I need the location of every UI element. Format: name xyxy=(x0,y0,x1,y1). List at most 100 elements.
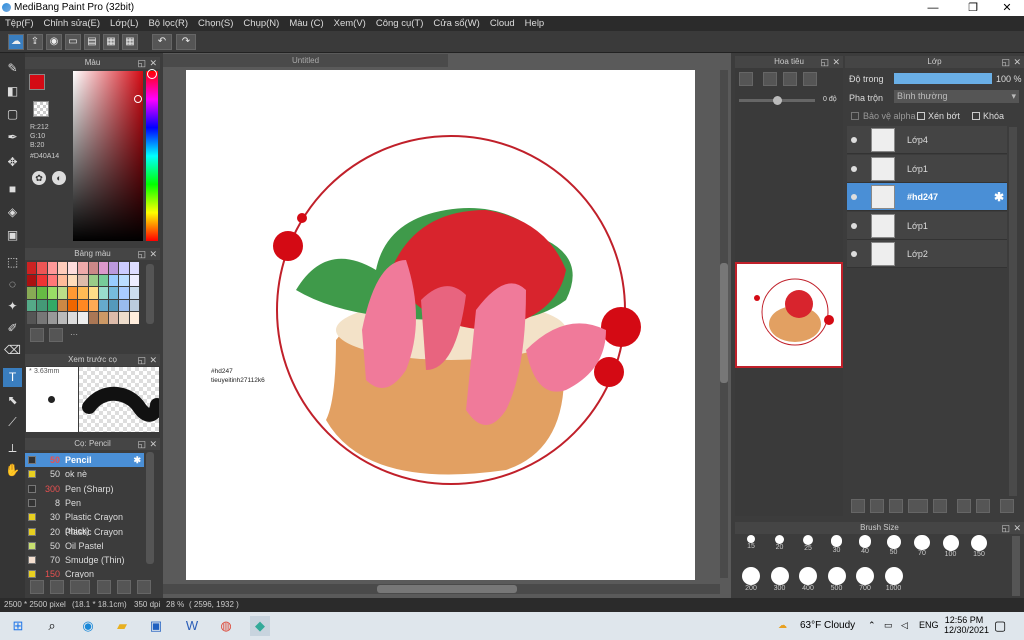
float-icon[interactable]: ◱ xyxy=(137,57,146,69)
canvas-tab[interactable]: Untitled xyxy=(163,54,448,67)
menu-file[interactable]: Tệp(F) xyxy=(0,18,39,29)
brush-size-option[interactable]: 300 xyxy=(766,566,794,594)
palette-swatch[interactable] xyxy=(109,299,119,312)
menu-help[interactable]: Help xyxy=(520,18,550,29)
h-scroll-thumb[interactable] xyxy=(377,585,517,593)
palette-swatch[interactable] xyxy=(129,274,139,287)
panel-close-icon[interactable]: ✕ xyxy=(149,248,157,260)
palette-swatch[interactable] xyxy=(37,299,47,312)
palette-scrollbar[interactable] xyxy=(146,264,154,324)
color-mix-icon[interactable]: ◐ xyxy=(52,171,66,185)
brush-tool-icon[interactable]: ✎ xyxy=(3,59,22,78)
palette-swatch[interactable] xyxy=(68,312,78,324)
lock-checkbox[interactable] xyxy=(972,112,980,120)
layer-row[interactable]: Lớp1 xyxy=(847,154,1007,183)
visibility-icon[interactable] xyxy=(851,222,857,229)
select-pen-icon[interactable]: ✐ xyxy=(3,319,22,338)
palette-swatch[interactable] xyxy=(129,299,139,312)
zoom-out-icon[interactable] xyxy=(803,72,817,86)
brush-item[interactable]: 70 Smudge (Thin) xyxy=(25,553,144,567)
palette-swatch[interactable] xyxy=(98,287,109,299)
menu-tools[interactable]: Công cụ(T) xyxy=(371,18,429,29)
brush-item[interactable]: 50 Oil Pastel xyxy=(25,539,144,553)
close-button[interactable]: ✕ xyxy=(992,0,1022,16)
canvas-paper[interactable]: #hd247 tieuyeitinh27112k6 xyxy=(186,70,695,580)
brush-size-option[interactable]: 400 xyxy=(794,566,822,594)
palette-swatch[interactable] xyxy=(47,287,57,299)
brush-scrollbar[interactable] xyxy=(146,452,154,564)
palette-swatch[interactable] xyxy=(27,262,37,274)
layer-settings-icon[interactable]: ✱ xyxy=(994,190,1004,204)
palette-swatch[interactable] xyxy=(78,312,88,324)
store-icon[interactable]: ▣ xyxy=(146,616,166,636)
clipping-checkbox[interactable] xyxy=(917,112,925,120)
panel-close-icon[interactable]: ✕ xyxy=(1013,56,1021,68)
palette-swatch[interactable] xyxy=(88,287,98,299)
palette-swatch[interactable] xyxy=(98,312,109,324)
brush-size-option[interactable]: 700 xyxy=(851,566,879,594)
brush-size-option[interactable]: 50 xyxy=(880,535,908,563)
horizontal-scrollbar[interactable] xyxy=(163,584,720,594)
search-icon[interactable]: ⌕ xyxy=(42,616,62,636)
visibility-icon[interactable] xyxy=(851,251,857,257)
palette-swatch[interactable] xyxy=(57,274,68,287)
export-icon[interactable]: ⇪ xyxy=(27,34,43,50)
saturation-value-picker[interactable] xyxy=(73,71,143,241)
divide-tool-icon[interactable]: ⟋ xyxy=(3,413,22,432)
comment-icon[interactable]: ◉ xyxy=(46,34,62,50)
weather-text[interactable]: 63°F Cloudy xyxy=(800,620,855,631)
palette-swatch[interactable] xyxy=(98,262,109,274)
add-brush-icon[interactable] xyxy=(30,580,44,594)
new-layer-icon[interactable] xyxy=(851,499,865,513)
restore-button[interactable]: ❐ xyxy=(958,0,988,16)
chat-icon[interactable]: ▭ xyxy=(65,34,81,50)
brush-size-option[interactable]: 150 xyxy=(965,535,993,563)
volume-icon[interactable]: ◁ xyxy=(901,620,908,631)
redo-icon[interactable]: ↷ xyxy=(176,34,196,50)
vertical-scrollbar[interactable] xyxy=(720,70,728,578)
palette-swatch[interactable] xyxy=(98,274,109,287)
palette-swatch[interactable] xyxy=(27,287,37,299)
palette-swatch[interactable] xyxy=(57,312,68,324)
layer-row[interactable]: Lớp2 xyxy=(847,240,1007,268)
tray-chevron-icon[interactable]: ⌃ xyxy=(868,620,876,631)
delete-palette-icon[interactable] xyxy=(49,328,63,342)
palette-swatch[interactable] xyxy=(78,262,88,274)
float-icon[interactable]: ◱ xyxy=(1001,522,1010,534)
layer-row[interactable]: Lớp4 xyxy=(847,126,1007,154)
merge-icon[interactable] xyxy=(976,499,990,513)
layers-scrollbar[interactable] xyxy=(1009,127,1017,497)
brush-item[interactable]: 20 Plastic Crayon xyxy=(25,525,144,539)
windows-start-icon[interactable]: ⊞ xyxy=(8,616,28,636)
gradient-tool-icon[interactable]: ▣ xyxy=(3,226,22,245)
menu-cloud[interactable]: Cloud xyxy=(485,18,520,29)
palette-swatch[interactable] xyxy=(109,274,119,287)
palette-swatch[interactable] xyxy=(78,287,88,299)
eyedropper-icon[interactable]: ⟂ xyxy=(3,439,22,458)
new-palette-icon[interactable] xyxy=(30,328,44,342)
brush-menu-icon[interactable] xyxy=(70,580,90,594)
zoom-in-icon[interactable] xyxy=(739,72,753,86)
brush-size-scrollbar[interactable] xyxy=(1012,536,1020,596)
grid-alt-icon[interactable]: ▦ xyxy=(122,34,138,50)
network-icon[interactable]: ▭ xyxy=(884,620,893,631)
primary-color-swatch[interactable] xyxy=(29,74,45,90)
brush-size-option[interactable]: 500 xyxy=(823,566,851,594)
blend-select[interactable]: Bình thường ▾ xyxy=(894,90,1019,103)
brush-size-option[interactable]: 30 xyxy=(823,535,851,563)
menu-select[interactable]: Chọn(S) xyxy=(193,18,238,29)
palette-icon[interactable]: ✿ xyxy=(32,171,46,185)
palette-swatch[interactable] xyxy=(119,274,129,287)
palette-swatch[interactable] xyxy=(109,312,119,324)
menu-filter[interactable]: Bộ lọc(R) xyxy=(143,18,193,29)
brush-size-option[interactable]: 15 xyxy=(737,535,765,563)
word-icon[interactable]: W xyxy=(182,616,202,636)
palette-swatch[interactable] xyxy=(119,299,129,312)
brush-settings-icon[interactable]: ✱ xyxy=(133,453,141,467)
layer-row[interactable]: #hd247 ✱ xyxy=(847,183,1007,211)
brush-size-option[interactable]: 25 xyxy=(794,535,822,563)
move-tool-icon[interactable]: ✥ xyxy=(3,153,22,172)
magic-wand-icon[interactable]: ✦ xyxy=(3,297,22,316)
menu-layer[interactable]: Lớp(L) xyxy=(105,18,143,29)
palette-swatch[interactable] xyxy=(37,287,47,299)
